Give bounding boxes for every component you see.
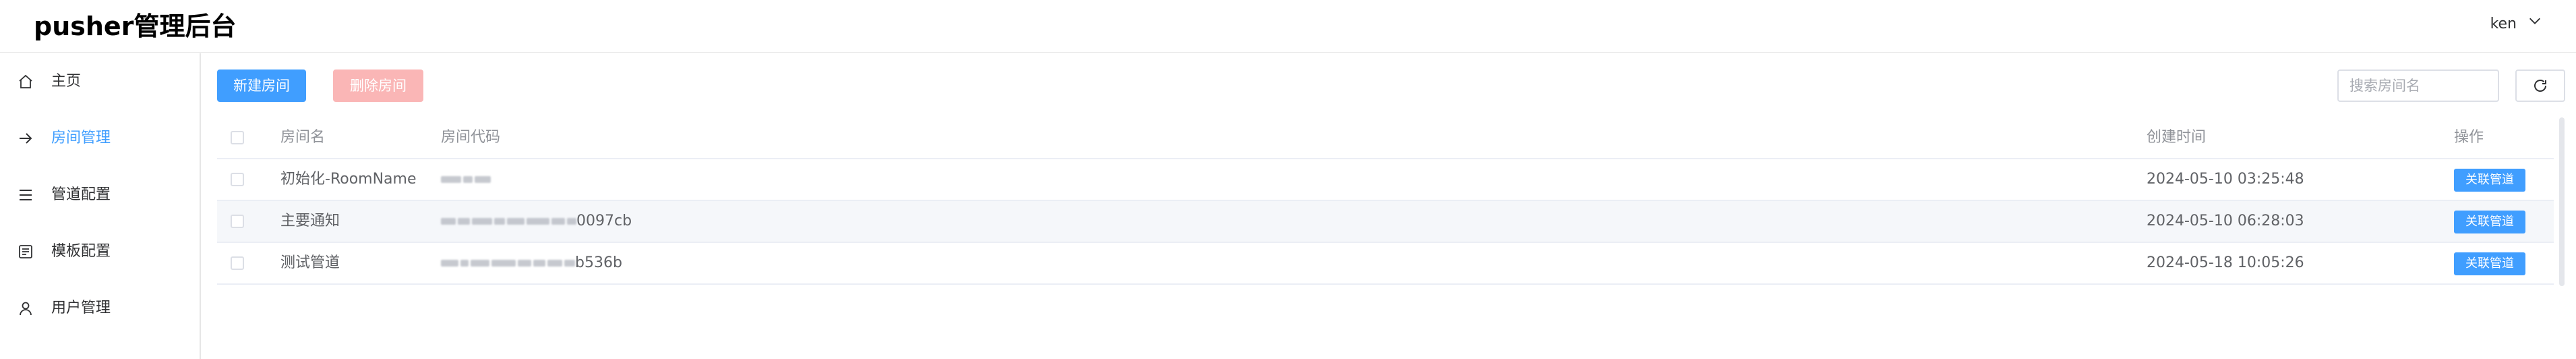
redacted-code bbox=[441, 243, 575, 283]
column-header-code: 房间代码 bbox=[441, 129, 501, 146]
row-checkbox[interactable] bbox=[231, 256, 244, 270]
room-code: 0097cb bbox=[441, 201, 632, 242]
sidebar-item-label: 模板配置 bbox=[51, 243, 111, 260]
room-name: 初始化-RoomName bbox=[280, 171, 417, 188]
created-time: 2024-05-10 03:25:48 bbox=[2147, 171, 2304, 188]
new-room-button[interactable]: 新建房间 bbox=[217, 70, 306, 102]
row-checkbox[interactable] bbox=[231, 173, 244, 186]
room-code-suffix: 0097cb bbox=[576, 213, 632, 229]
template-icon bbox=[18, 244, 34, 260]
home-icon bbox=[18, 74, 34, 90]
sidebar-item-label: 管道配置 bbox=[51, 186, 111, 203]
arrow-right-icon bbox=[18, 130, 34, 146]
room-code bbox=[441, 159, 491, 200]
column-header-name: 房间名 bbox=[280, 129, 326, 146]
table-scrollbar[interactable] bbox=[2559, 117, 2565, 286]
user-icon bbox=[18, 300, 34, 316]
sidebar-item-template-config[interactable]: 模板配置 bbox=[0, 223, 200, 280]
room-name: 主要通知 bbox=[280, 213, 340, 229]
sidebar-item-user-management[interactable]: 用户管理 bbox=[0, 280, 200, 337]
sidebar-item-label: 用户管理 bbox=[51, 300, 111, 316]
refresh-icon bbox=[2532, 78, 2548, 94]
column-header-created: 创建时间 bbox=[2147, 129, 2207, 146]
delete-room-button[interactable]: 删除房间 bbox=[333, 70, 423, 102]
column-header-actions: 操作 bbox=[2454, 129, 2484, 146]
table-row: 主要通知 0097cb 2024-05-10 06:28:03 关联管道 bbox=[217, 201, 2554, 243]
link-pipeline-button[interactable]: 关联管道 bbox=[2454, 211, 2525, 233]
select-all-checkbox[interactable] bbox=[231, 131, 244, 144]
sidebar-item-room-management[interactable]: 房间管理 bbox=[0, 110, 200, 167]
row-checkbox[interactable] bbox=[231, 215, 244, 228]
created-time: 2024-05-18 10:05:26 bbox=[2147, 254, 2304, 271]
room-code-suffix: b536b bbox=[575, 254, 622, 271]
room-code: b536b bbox=[441, 243, 622, 283]
table-header-row: 房间名 房间代码 创建时间 操作 bbox=[217, 117, 2554, 159]
search-input[interactable] bbox=[2337, 70, 2499, 102]
sidebar-item-pipeline-config[interactable]: 管道配置 bbox=[0, 167, 200, 223]
table-row: 测试管道 b536b 2024-05-18 10:05:26 关联管道 bbox=[217, 243, 2554, 285]
table-row: 初始化-RoomName 2024-05-10 03:25:48 关联管道 bbox=[217, 159, 2554, 201]
chevron-down-icon bbox=[2527, 13, 2542, 34]
link-pipeline-button[interactable]: 关联管道 bbox=[2454, 169, 2525, 192]
username: ken bbox=[2490, 15, 2517, 32]
sidebar: 主页 房间管理 管道配置 模板配置 用户管理 bbox=[0, 53, 201, 359]
room-name: 测试管道 bbox=[280, 254, 340, 271]
sidebar-item-label: 房间管理 bbox=[51, 130, 111, 146]
app-title: pusher管理后台 bbox=[34, 11, 237, 41]
user-menu[interactable]: ken bbox=[2490, 13, 2542, 34]
created-time: 2024-05-10 06:28:03 bbox=[2147, 213, 2304, 229]
sidebar-item-label: 主页 bbox=[51, 73, 82, 90]
list-icon bbox=[18, 187, 34, 203]
sidebar-item-home[interactable]: 主页 bbox=[0, 53, 200, 110]
top-header: pusher管理后台 ken bbox=[0, 0, 2576, 53]
redacted-code bbox=[441, 159, 491, 200]
redacted-code bbox=[441, 201, 576, 242]
link-pipeline-button[interactable]: 关联管道 bbox=[2454, 252, 2525, 275]
refresh-button[interactable] bbox=[2515, 70, 2565, 102]
